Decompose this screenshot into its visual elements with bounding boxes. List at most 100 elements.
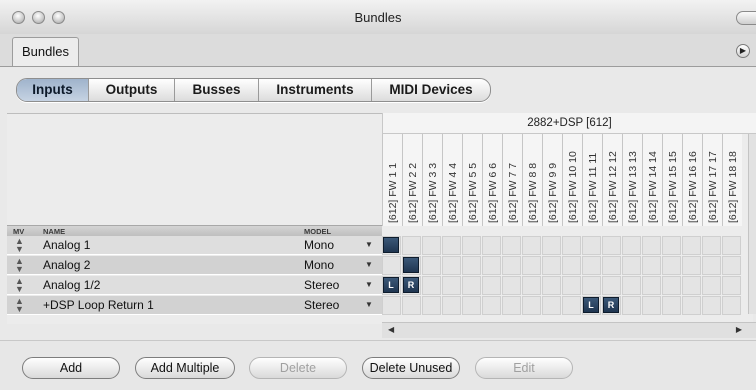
routing-cell[interactable] <box>562 276 581 295</box>
routing-cell[interactable] <box>562 256 581 275</box>
routing-cell[interactable] <box>722 256 741 275</box>
up-down-arrows-icon[interactable]: ▲ ▼ <box>15 237 24 254</box>
routing-cell[interactable] <box>582 256 601 275</box>
up-down-arrows-icon[interactable]: ▲ ▼ <box>15 277 24 294</box>
toolbar-toggle-button[interactable] <box>736 11 756 25</box>
routing-cell[interactable] <box>482 276 501 295</box>
channel-assignment-mark[interactable]: R <box>403 277 419 293</box>
routing-cell[interactable] <box>462 256 481 275</box>
routing-cell[interactable] <box>542 296 561 315</box>
routing-cell[interactable] <box>662 296 681 315</box>
channel-assignment-mark[interactable]: L <box>583 297 599 313</box>
routing-cell[interactable] <box>662 256 681 275</box>
routing-cell[interactable] <box>502 236 521 255</box>
routing-cell[interactable] <box>502 276 521 295</box>
segment-inputs[interactable]: Inputs <box>17 79 89 101</box>
routing-cell[interactable] <box>482 236 501 255</box>
routing-cell[interactable] <box>602 256 621 275</box>
delete-unused-button[interactable]: Delete Unused <box>362 357 460 379</box>
routing-cell[interactable] <box>702 296 721 315</box>
routing-cell[interactable] <box>682 236 701 255</box>
routing-cell[interactable] <box>522 236 541 255</box>
routing-cell[interactable] <box>542 256 561 275</box>
routing-cell[interactable] <box>702 276 721 295</box>
up-down-arrows-icon[interactable]: ▲ ▼ <box>15 257 24 274</box>
table-row[interactable]: ▲ ▼ +DSP Loop Return 1 Stereo ▼ <box>7 296 382 315</box>
routing-cell[interactable] <box>642 276 661 295</box>
triangle-down-icon[interactable]: ▼ <box>365 260 373 269</box>
routing-cell[interactable] <box>502 296 521 315</box>
routing-cell[interactable] <box>562 296 581 315</box>
channel-assignment-mark[interactable] <box>403 257 419 273</box>
panel-menu-icon[interactable]: ▶ <box>736 44 750 58</box>
segment-midi-devices[interactable]: MIDI Devices <box>372 79 490 101</box>
routing-cell[interactable] <box>382 296 401 315</box>
routing-cell[interactable] <box>462 296 481 315</box>
routing-cell[interactable] <box>482 256 501 275</box>
table-row[interactable]: ▲ ▼ Analog 2 Mono ▼ <box>7 256 382 275</box>
bundle-name[interactable]: Analog 1 <box>43 238 90 252</box>
routing-cell[interactable] <box>722 236 741 255</box>
bundle-name[interactable]: Analog 2 <box>43 258 90 272</box>
routing-cell[interactable] <box>522 256 541 275</box>
routing-cell[interactable] <box>642 256 661 275</box>
routing-cell[interactable] <box>562 236 581 255</box>
table-row[interactable]: ▲ ▼ Analog 1 Mono ▼ <box>7 236 382 255</box>
routing-cell[interactable] <box>382 256 401 275</box>
routing-cell[interactable] <box>442 296 461 315</box>
add-multiple-button[interactable]: Add Multiple <box>135 357 235 379</box>
routing-cell[interactable] <box>682 256 701 275</box>
routing-cell[interactable] <box>662 276 681 295</box>
routing-cell[interactable] <box>702 256 721 275</box>
routing-cell[interactable] <box>422 276 441 295</box>
routing-cell[interactable] <box>702 236 721 255</box>
bundle-model[interactable]: Mono <box>304 258 334 272</box>
delete-button[interactable]: Delete <box>249 357 347 379</box>
routing-cell[interactable] <box>622 296 641 315</box>
up-down-arrows-icon[interactable]: ▲ ▼ <box>15 297 24 314</box>
routing-cell[interactable] <box>642 296 661 315</box>
bundle-model[interactable]: Stereo <box>304 278 339 292</box>
routing-cell[interactable] <box>442 276 461 295</box>
routing-cell[interactable] <box>542 236 561 255</box>
routing-cell[interactable] <box>502 256 521 275</box>
bundle-model[interactable]: Stereo <box>304 298 339 312</box>
horizontal-scrollbar[interactable]: ◀ ▶ <box>382 322 756 338</box>
routing-cell[interactable] <box>402 236 421 255</box>
edit-button[interactable]: Edit <box>475 357 573 379</box>
routing-cell[interactable] <box>522 296 541 315</box>
routing-cell[interactable] <box>722 276 741 295</box>
triangle-down-icon[interactable]: ▼ <box>365 240 373 249</box>
routing-cell[interactable] <box>402 296 421 315</box>
triangle-down-icon[interactable]: ▼ <box>365 280 373 289</box>
segment-instruments[interactable]: Instruments <box>259 79 372 101</box>
routing-cell[interactable] <box>442 256 461 275</box>
routing-cell[interactable] <box>682 276 701 295</box>
routing-cell[interactable] <box>722 296 741 315</box>
routing-cell[interactable] <box>582 276 601 295</box>
bundle-name[interactable]: +DSP Loop Return 1 <box>43 298 154 312</box>
routing-cell[interactable] <box>422 256 441 275</box>
add-button[interactable]: Add <box>22 357 120 379</box>
bundle-name[interactable]: Analog 1/2 <box>43 278 100 292</box>
triangle-left-icon[interactable]: ◀ <box>388 325 394 334</box>
routing-cell[interactable] <box>522 276 541 295</box>
segment-outputs[interactable]: Outputs <box>89 79 175 101</box>
channel-assignment-mark[interactable]: R <box>603 297 619 313</box>
routing-cell[interactable] <box>462 236 481 255</box>
routing-cell[interactable] <box>642 236 661 255</box>
routing-cell[interactable] <box>602 236 621 255</box>
routing-cell[interactable] <box>682 296 701 315</box>
routing-cell[interactable] <box>462 276 481 295</box>
routing-cell[interactable] <box>622 236 641 255</box>
routing-cell[interactable] <box>542 276 561 295</box>
routing-cell[interactable] <box>602 276 621 295</box>
routing-cell[interactable] <box>422 296 441 315</box>
routing-cell[interactable] <box>422 236 441 255</box>
routing-cell[interactable] <box>662 236 681 255</box>
routing-cell[interactable] <box>622 256 641 275</box>
channel-assignment-mark[interactable] <box>383 237 399 253</box>
channel-assignment-mark[interactable]: L <box>383 277 399 293</box>
table-row[interactable]: ▲ ▼ Analog 1/2 Stereo ▼ <box>7 276 382 295</box>
routing-cell[interactable] <box>582 236 601 255</box>
